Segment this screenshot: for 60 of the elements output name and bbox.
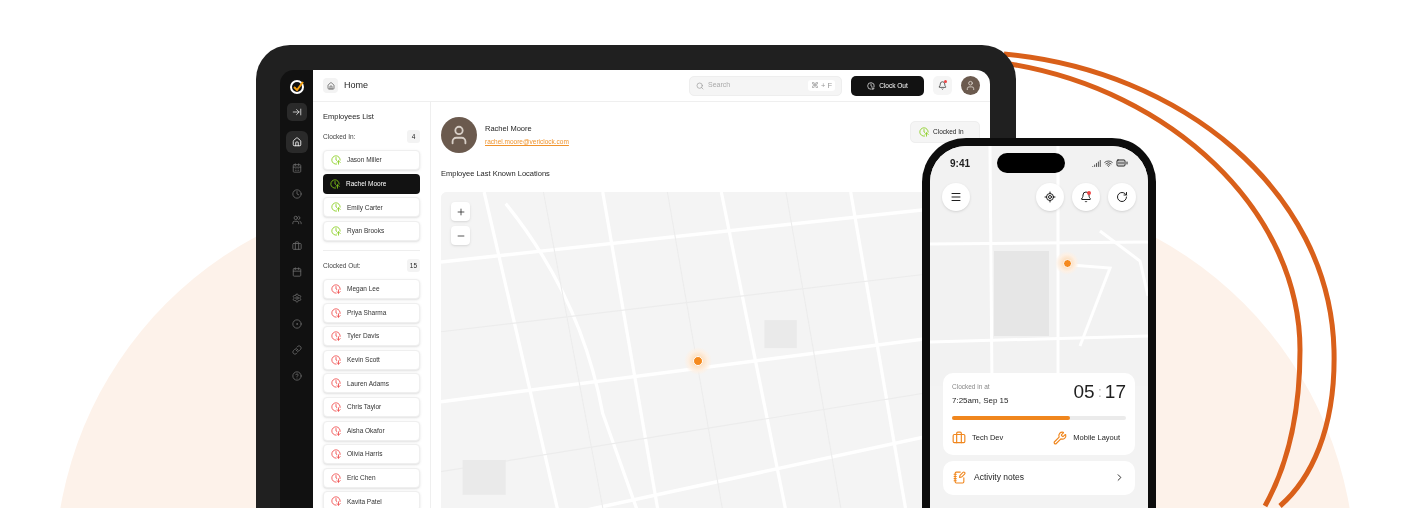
clock-out-icon [331, 378, 341, 389]
collapse-button[interactable] [286, 103, 307, 121]
calendar-icon [291, 163, 302, 173]
bell-icon [938, 81, 947, 90]
clock-icon [291, 189, 302, 199]
signal-icon [1092, 158, 1101, 168]
crosshair-icon [1044, 191, 1056, 203]
wrench-icon [1053, 430, 1068, 445]
clock-icon [867, 81, 876, 90]
location-marker-icon [1055, 251, 1079, 275]
clock-in-time: 7:25am, Sep 15 [952, 394, 1009, 407]
clock-in-icon [919, 127, 929, 137]
home-icon [326, 81, 335, 90]
settings-icon [291, 293, 302, 303]
clock-out-icon [331, 284, 341, 295]
clock-in-icon [331, 202, 341, 213]
clock-out-icon [331, 472, 341, 483]
clock-in-icon [330, 178, 340, 189]
clock-out-icon [331, 331, 341, 342]
battery-icon [1116, 157, 1128, 169]
wifi-icon [1104, 158, 1113, 168]
notes-icon [953, 471, 966, 485]
clock-out-icon [331, 449, 341, 460]
avatar[interactable] [961, 76, 980, 95]
plus-icon [455, 206, 466, 217]
page-title: Home [344, 78, 368, 92]
circle-dot-icon [291, 319, 302, 329]
zoom-out-button[interactable] [451, 226, 470, 246]
clock-in-icon [331, 226, 341, 237]
help-icon [291, 371, 302, 381]
dynamic-island [997, 153, 1065, 173]
zoom-in-button[interactable] [451, 202, 470, 222]
clock-out-icon [331, 425, 341, 436]
status-time: 9:41 [950, 156, 970, 171]
location-marker-icon [684, 347, 712, 376]
elapsed-minutes: 17 [1104, 382, 1126, 401]
elapsed-hours: 05 [1073, 382, 1095, 401]
collapse-icon [291, 107, 302, 117]
menu-icon [950, 191, 962, 203]
clock-in-icon [331, 155, 341, 166]
clock-out-icon [331, 354, 341, 365]
activity-notes-button[interactable]: Activity notes [943, 460, 1135, 495]
bell-icon [1080, 191, 1092, 203]
time-separator: : [1097, 384, 1102, 399]
home-icon [291, 137, 302, 147]
search-icon [696, 81, 704, 90]
clock-out-icon [331, 496, 341, 507]
refresh-icon [1116, 191, 1128, 203]
briefcase-icon [952, 430, 966, 445]
briefcase-icon [291, 241, 302, 251]
users-icon [291, 215, 302, 225]
notifications-button[interactable] [933, 76, 952, 95]
home-button[interactable] [323, 78, 338, 93]
sidebar-nav-button[interactable] [285, 131, 308, 153]
clock-out-icon [331, 307, 341, 318]
person-silhouette-icon [965, 80, 976, 91]
clock-out-icon [331, 402, 341, 412]
link-icon [291, 345, 302, 355]
logo-icon [288, 79, 305, 95]
calendar-icon [291, 267, 302, 277]
